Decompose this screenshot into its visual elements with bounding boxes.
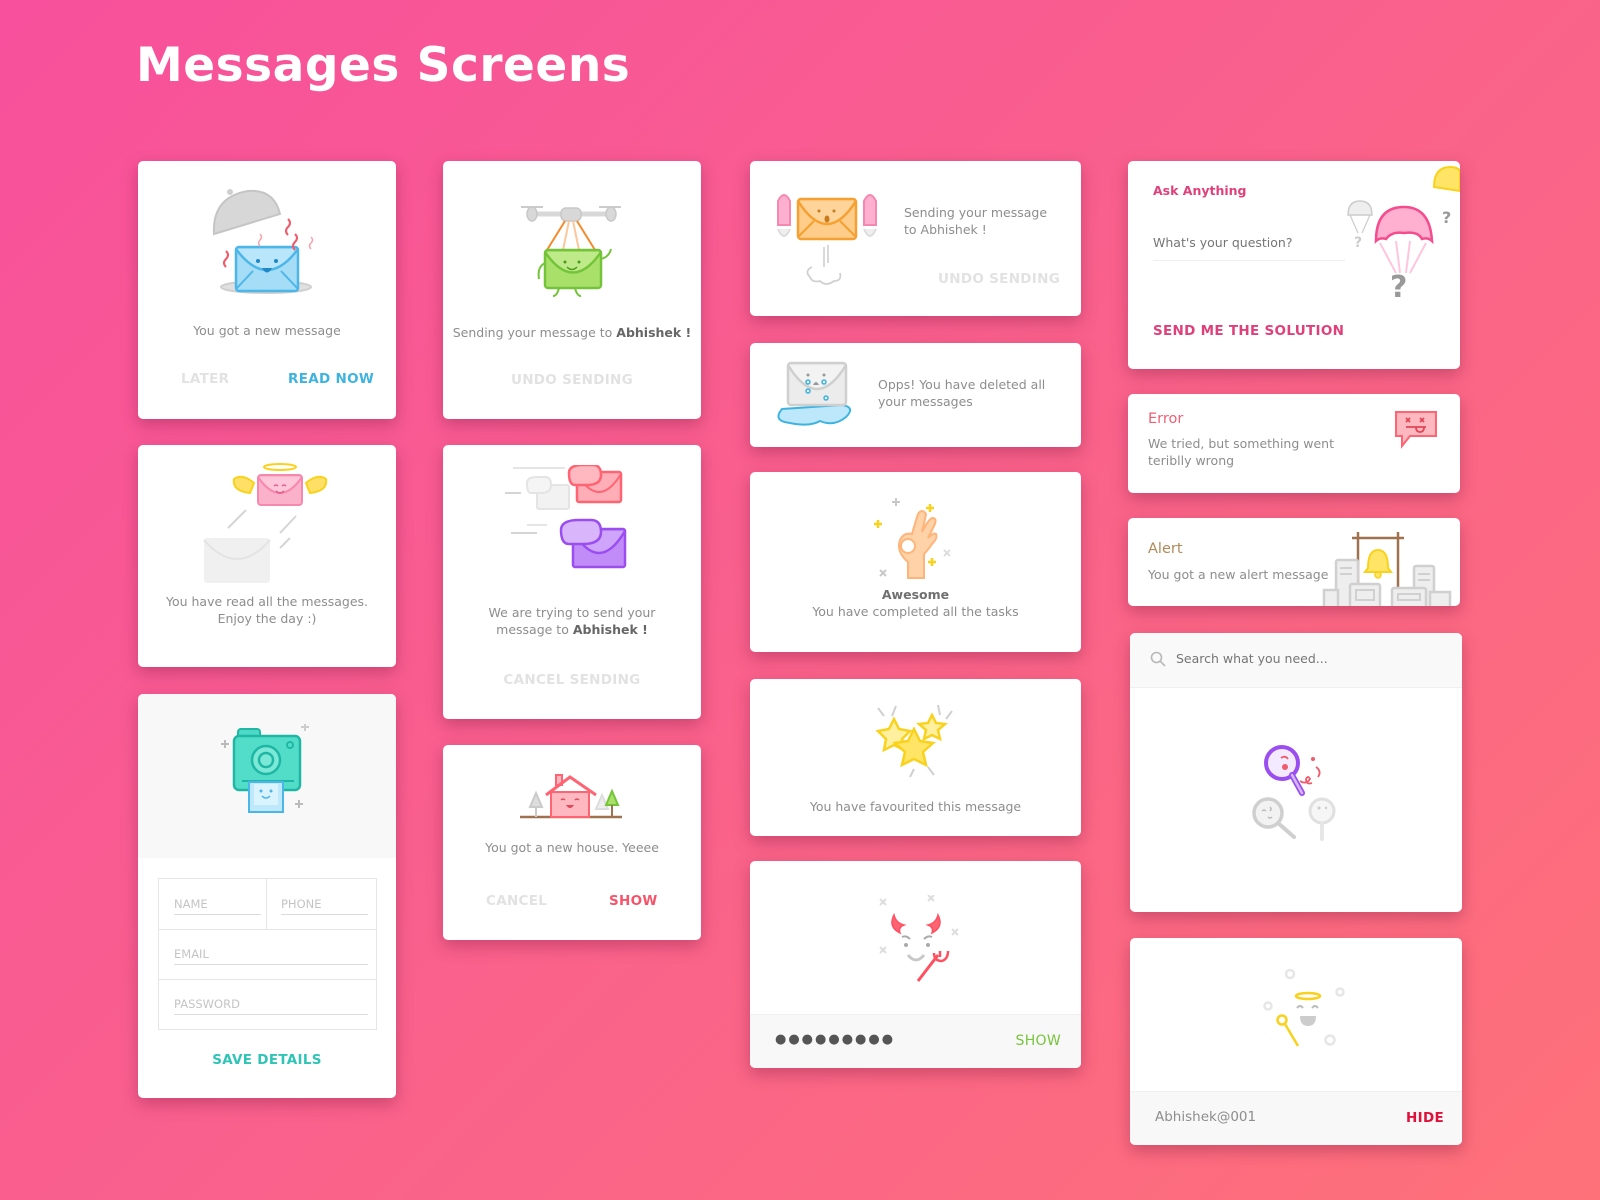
question-input[interactable] — [1153, 235, 1345, 261]
crying-envelope-icon — [777, 361, 852, 426]
phone-input[interactable] — [281, 897, 368, 915]
password-hidden-card: SHOW — [750, 861, 1081, 1068]
svg-text:?: ? — [1442, 208, 1451, 227]
email-input[interactable] — [174, 947, 368, 965]
search-card — [1130, 633, 1462, 912]
favourited-card: You have favourited this message — [750, 679, 1081, 836]
search-input[interactable] — [1176, 651, 1436, 666]
show-password-button[interactable]: SHOW — [1016, 1033, 1061, 1049]
name-input[interactable] — [174, 897, 261, 915]
hide-password-button[interactable]: HIDE — [1406, 1110, 1444, 1126]
error-card: Error We tried, but something went terib… — [1128, 394, 1460, 493]
undo-sending-button[interactable]: UNDO SENDING — [938, 271, 1060, 287]
parachute-question-icon: ? ? ? — [1347, 165, 1460, 299]
trying-line1: We are trying to send your — [488, 605, 656, 620]
flying-envelopes-icon — [505, 465, 627, 569]
form-fields-grid — [158, 878, 377, 1030]
happy-house-icon — [520, 774, 622, 819]
cancel-sending-button[interactable]: CANCEL SENDING — [443, 672, 701, 688]
undo-sending-button[interactable]: UNDO SENDING — [443, 372, 701, 388]
favourited-text: You have favourited this message — [809, 799, 1022, 814]
error-chat-bubble-icon — [1395, 411, 1437, 449]
search-bar — [1130, 633, 1462, 688]
sending-text-prefix: Sending your message to — [452, 325, 617, 340]
ask-anything-heading: Ask Anything — [1153, 183, 1247, 198]
magnifier-characters-icon — [1252, 745, 1336, 841]
alert-text: You got a new alert message — [1148, 567, 1329, 582]
password-input[interactable] — [174, 997, 368, 1015]
new-message-card: You got a new message LATER READ NOW — [138, 161, 396, 419]
new-house-card: You got a new house. Yeeee CANCEL SHOW — [443, 745, 701, 940]
deleted-text: Opps! You have deleted all your messages — [878, 377, 1046, 409]
search-icon — [1150, 651, 1166, 667]
read-all-card: You have read all the messages. Enjoy th… — [138, 445, 396, 667]
password-bar: HIDE — [1130, 1091, 1462, 1145]
bell-city-icon — [1322, 532, 1452, 606]
alert-heading: Alert — [1148, 541, 1183, 557]
page-title: Messages Screens — [136, 38, 631, 93]
later-button[interactable]: LATER — [181, 371, 229, 387]
message-text: You got a new message — [193, 323, 341, 338]
send-solution-button[interactable]: SEND ME THE SOLUTION — [1153, 323, 1344, 339]
recipient-name: Abhishek ! — [572, 622, 648, 637]
recipient-name: Abhishek ! — [616, 325, 692, 340]
svg-text:?: ? — [1354, 235, 1362, 251]
svg-text:?: ? — [1390, 270, 1407, 299]
password-bar: SHOW — [750, 1014, 1081, 1068]
angel-face-icon — [1263, 968, 1345, 1047]
read-now-button[interactable]: READ NOW — [288, 371, 374, 387]
ask-anything-card: Ask Anything ? ? ? SEND ME THE SOLUTION — [1128, 161, 1460, 369]
rocket-sending-text: Sending your message to Abhishek ! — [904, 205, 1048, 237]
deleted-messages-card: Opps! You have deleted all your messages — [750, 343, 1081, 447]
read-all-line1: You have read all the messages. — [165, 594, 368, 609]
drone-sending-card: Sending your message to Abhishek ! UNDO … — [443, 161, 701, 419]
instant-camera-icon — [221, 724, 309, 813]
awesome-card: Awesome You have completed all the tasks — [750, 472, 1081, 652]
house-text: You got a new house. Yeeee — [485, 840, 659, 855]
awesome-heading: Awesome — [881, 587, 950, 602]
password-field[interactable] — [775, 1032, 975, 1047]
angel-envelope-icon — [203, 463, 328, 583]
error-text: We tried, but something went teriblly wr… — [1148, 436, 1334, 468]
stars-icon — [875, 704, 953, 778]
form-header — [138, 694, 396, 858]
save-details-button[interactable]: SAVE DETAILS — [138, 1052, 396, 1068]
sending-text: Sending your message to Abhishek ! — [443, 324, 701, 341]
trying-line2: message to Abhishek ! — [443, 621, 701, 638]
trying-send-card: We are trying to send your message to Ab… — [443, 445, 701, 719]
cancel-button[interactable]: CANCEL — [486, 893, 547, 909]
ok-hand-icon — [874, 498, 951, 579]
drone-envelope-icon — [521, 206, 621, 297]
error-heading: Error — [1148, 411, 1184, 427]
profile-form-card: SAVE DETAILS — [138, 694, 396, 1098]
devil-face-icon — [879, 895, 959, 982]
alert-card: Alert You got a new alert message — [1128, 518, 1460, 606]
password-field[interactable] — [1155, 1109, 1355, 1125]
password-shown-card: HIDE — [1130, 938, 1462, 1145]
read-all-line2: Enjoy the day :) — [217, 611, 317, 626]
rocket-envelope-icon — [777, 194, 877, 285]
awesome-text: You have completed all the tasks — [812, 604, 1019, 619]
rocket-sending-card: Sending your message to Abhishek ! UNDO … — [750, 161, 1081, 316]
trying-line2-prefix: message to — [496, 622, 573, 637]
envelope-on-platter-icon — [212, 189, 314, 294]
show-house-button[interactable]: SHOW — [609, 893, 658, 909]
